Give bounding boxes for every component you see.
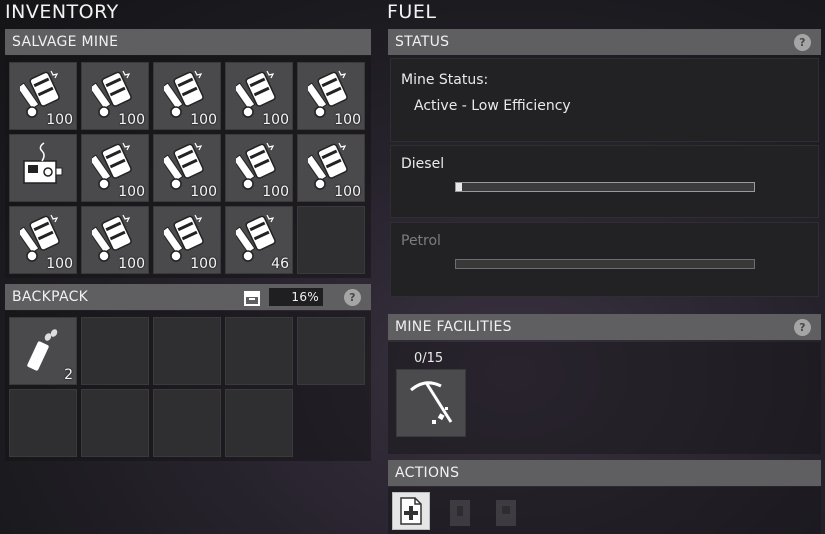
disabled-action-icon	[450, 500, 470, 526]
disabled-action-button-1[interactable]	[444, 494, 476, 530]
backpack-slot[interactable]	[297, 317, 365, 385]
salvage-mine-slot[interactable]: 100	[153, 206, 221, 274]
backpack-header-label: BACKPACK	[12, 289, 89, 305]
actions-header-label: ACTIONS	[395, 465, 460, 481]
fuel-title: FUEL	[387, 1, 437, 23]
item-quantity: 100	[262, 112, 289, 128]
pickaxe-facility-slot[interactable]	[396, 369, 466, 437]
item-quantity: 100	[190, 256, 217, 272]
actions-header: ACTIONS	[388, 460, 821, 486]
pickaxe-icon	[410, 381, 453, 424]
salvage-mine-slot[interactable]	[9, 134, 77, 202]
item-quantity: 100	[190, 184, 217, 200]
mine-status-value: Active - Low Efficiency	[414, 98, 571, 114]
mine-status-label: Mine Status:	[401, 72, 489, 88]
salvage-mine-slot[interactable]: 100	[297, 134, 365, 202]
backpack-slot[interactable]	[153, 389, 221, 457]
diesel-level-fill	[456, 183, 462, 191]
facilities-help-button[interactable]: ?	[794, 319, 811, 336]
backpack-slot[interactable]	[9, 389, 77, 457]
item-quantity: 100	[46, 112, 73, 128]
inventory-title: INVENTORY	[5, 1, 119, 23]
item-quantity: 100	[262, 184, 289, 200]
disabled-action-button-2[interactable]	[490, 494, 522, 530]
item-quantity: 100	[334, 112, 361, 128]
item-quantity: 100	[118, 184, 145, 200]
salvage-mine-slot[interactable]: 100	[9, 62, 77, 130]
diesel-label: Diesel	[401, 156, 445, 172]
add-fuel-icon	[400, 497, 422, 525]
petrol-label: Petrol	[401, 233, 441, 249]
storage-box-icon	[243, 289, 261, 306]
item-quantity: 46	[271, 256, 289, 272]
backpack-header: BACKPACK 16% ?	[5, 284, 371, 310]
salvage-mine-slot[interactable]: 100	[81, 62, 149, 130]
facilities-count: 0/15	[414, 351, 444, 366]
backpack-slot[interactable]: 2	[9, 317, 77, 385]
salvage-mine-slot[interactable]: 100	[9, 206, 77, 274]
add-fuel-button[interactable]	[392, 492, 430, 530]
petrol-box: Petrol	[390, 222, 819, 297]
salvage-mine-slot[interactable]: 46	[225, 206, 293, 274]
item-quantity: 100	[334, 184, 361, 200]
item-quantity: 100	[46, 256, 73, 272]
salvage-mine-slot[interactable]: 100	[297, 62, 365, 130]
status-help-button[interactable]: ?	[794, 34, 811, 51]
salvage-mine-header: SALVAGE MINE	[5, 29, 371, 55]
item-quantity: 2	[64, 367, 73, 383]
item-quantity: 100	[118, 112, 145, 128]
backpack-slot[interactable]	[81, 317, 149, 385]
item-quantity: 100	[118, 256, 145, 272]
backpack-slot[interactable]	[81, 389, 149, 457]
backpack-help-button[interactable]: ?	[344, 289, 361, 306]
mine-facilities-header: MINE FACILITIES ?	[388, 314, 821, 340]
backpack-slot[interactable]	[225, 317, 293, 385]
diesel-box: Diesel	[390, 145, 819, 218]
salvage-mine-slot[interactable]: 100	[153, 62, 221, 130]
backpack-slot[interactable]	[153, 317, 221, 385]
salvage-mine-slot[interactable]: 100	[81, 206, 149, 274]
mine-facilities-header-label: MINE FACILITIES	[395, 319, 512, 335]
item-quantity: 100	[190, 112, 217, 128]
status-header: STATUS ?	[388, 29, 821, 55]
salvage-mine-header-label: SALVAGE MINE	[12, 34, 119, 50]
backpack-capacity: 16%	[269, 288, 323, 306]
mine-status-box: Mine Status: Active - Low Efficiency	[390, 58, 819, 142]
status-header-label: STATUS	[395, 34, 450, 50]
backpack-slot[interactable]	[225, 389, 293, 457]
salvage-mine-slot[interactable]: 100	[225, 134, 293, 202]
salvage-mine-slot[interactable]: 100	[225, 62, 293, 130]
salvage-mine-slot[interactable]: 100	[153, 134, 221, 202]
salvage-mine-slot[interactable]	[297, 206, 365, 274]
salvage-mine-slot[interactable]: 100	[81, 134, 149, 202]
petrol-level-bar	[455, 259, 755, 269]
disabled-action-icon	[496, 500, 516, 526]
diesel-level-bar	[455, 182, 755, 192]
